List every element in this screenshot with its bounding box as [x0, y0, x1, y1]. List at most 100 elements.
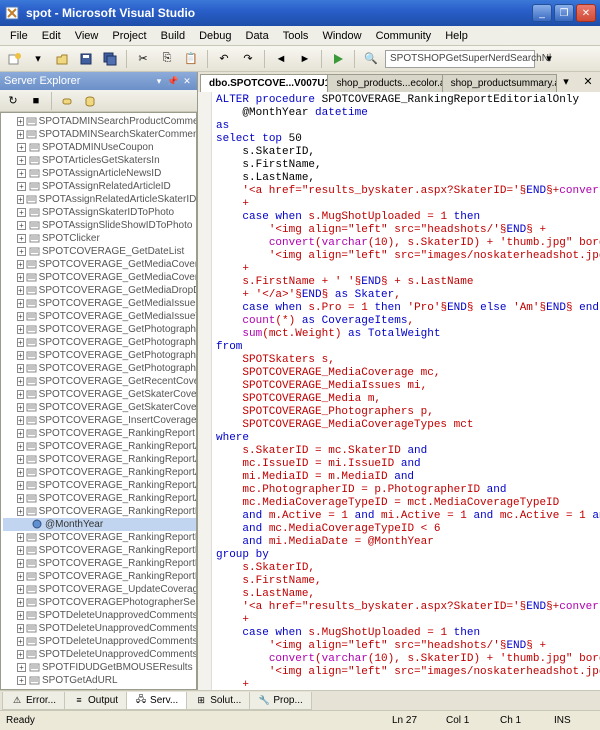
expand-icon[interactable]: +: [17, 234, 26, 243]
tree-sproc[interactable]: +SPOTCOVERAGE_GetRecentCoverage: [3, 375, 196, 388]
tree-sproc[interactable]: +SPOTGetAdURL: [3, 674, 196, 687]
tree-sproc[interactable]: +SPOTGetAdURLText: [3, 687, 196, 690]
expand-icon[interactable]: +: [17, 650, 24, 659]
open-button[interactable]: [52, 49, 72, 69]
tree-sproc[interactable]: +SPOTCOVERAGE_GetMediaCoverage1: [3, 271, 196, 284]
tree-sproc[interactable]: +SPOTCOVERAGE_InsertCoverage: [3, 414, 196, 427]
expand-icon[interactable]: +: [17, 572, 24, 581]
tree-sproc[interactable]: +SPOTCOVERAGEPhotographerSearch: [3, 596, 196, 609]
expand-icon[interactable]: +: [17, 364, 24, 373]
expand-icon[interactable]: +: [17, 663, 26, 672]
expand-icon[interactable]: +: [17, 286, 24, 295]
server-explorer-tree[interactable]: +SPOTADMINSearchProductComments+SPOTADMI…: [0, 112, 197, 690]
tree-sproc[interactable]: +SPOTADMINSearchProductComments: [3, 115, 196, 128]
toolwindow-tab[interactable]: ≡Output: [64, 692, 127, 710]
save-button[interactable]: [76, 49, 96, 69]
expand-icon[interactable]: +: [17, 559, 24, 568]
stop-refresh-button[interactable]: ■: [26, 91, 46, 111]
tree-sproc[interactable]: +SPOTCOVERAGE_RankingReportPHO1: [3, 570, 196, 583]
expand-icon[interactable]: +: [17, 468, 24, 477]
tree-sproc[interactable]: +SPOTCOVERAGE_RankingReportAdsC: [3, 466, 196, 479]
toolwindow-tab[interactable]: 🖧Serv...: [126, 692, 187, 710]
document-tab[interactable]: dbo.SPOTCOVE...V007U12MUV)*: [200, 74, 328, 92]
panel-close-button[interactable]: ✕: [181, 75, 193, 87]
save-all-button[interactable]: [100, 49, 120, 69]
expand-icon[interactable]: +: [17, 507, 24, 516]
expand-icon[interactable]: +: [17, 312, 24, 321]
maximize-button[interactable]: ❐: [554, 4, 574, 22]
tree-sproc[interactable]: +SPOTADMINUseCoupon: [3, 141, 196, 154]
find-dropdown-button[interactable]: ▾: [539, 49, 559, 69]
tree-sproc[interactable]: +SPOTCOVERAGE_GetPhotographerNa: [3, 362, 196, 375]
tree-sproc[interactable]: +SPOTCOVERAGE_RankingReportAdsC: [3, 479, 196, 492]
tree-sproc[interactable]: +SPOTCOVERAGE_RankingReportAdsC: [3, 453, 196, 466]
menu-build[interactable]: Build: [155, 28, 191, 44]
expand-icon[interactable]: +: [17, 130, 24, 139]
expand-icon[interactable]: +: [17, 403, 24, 412]
tree-sproc[interactable]: +SPOTFIDUDGetBMOUSEResults: [3, 661, 196, 674]
expand-icon[interactable]: +: [17, 156, 26, 165]
nav-back-button[interactable]: ◄: [271, 49, 291, 69]
expand-icon[interactable]: +: [17, 377, 24, 386]
tree-sproc[interactable]: +SPOTArticlesGetSkatersIn: [3, 154, 196, 167]
expand-icon[interactable]: +: [17, 611, 24, 620]
tree-sproc[interactable]: +SPOTCOVERAGE_GetDateList: [3, 245, 196, 258]
cut-button[interactable]: ✂: [133, 49, 153, 69]
menu-tools[interactable]: Tools: [277, 28, 315, 44]
tree-sproc[interactable]: +SPOTAssignRelatedArticleID: [3, 180, 196, 193]
minimize-button[interactable]: _: [532, 4, 552, 22]
expand-icon[interactable]: +: [17, 676, 26, 685]
tree-sproc[interactable]: +SPOTCOVERAGE_GetPhotographerCo: [3, 323, 196, 336]
tree-sproc[interactable]: +SPOTAssignRelatedArticleSkaterID: [3, 193, 196, 206]
tree-sproc[interactable]: +SPOTCOVERAGE_RankingReportAdsC: [3, 440, 196, 453]
expand-icon[interactable]: +: [17, 689, 26, 690]
tree-sproc[interactable]: +SPOTCOVERAGE_GetMediaIssueTitle: [3, 310, 196, 323]
expand-icon[interactable]: +: [17, 169, 26, 178]
copy-button[interactable]: ⎘: [157, 49, 177, 69]
add-item-button[interactable]: ▾: [28, 49, 48, 69]
start-debug-button[interactable]: [328, 49, 348, 69]
expand-icon[interactable]: +: [17, 247, 26, 256]
expand-icon[interactable]: +: [17, 455, 24, 464]
redo-button[interactable]: ↷: [238, 49, 258, 69]
tree-sproc[interactable]: +SPOTADMINSearchSkaterComments: [3, 128, 196, 141]
toolwindow-tab[interactable]: ⊞Solut...: [186, 692, 250, 710]
toolwindow-tab[interactable]: ⚠Error...: [2, 692, 65, 710]
tree-sproc[interactable]: +SPOTDeleteUnapprovedCommentsByIn: [3, 609, 196, 622]
expand-icon[interactable]: +: [17, 546, 24, 555]
menu-community[interactable]: Community: [370, 28, 438, 44]
expand-icon[interactable]: +: [17, 221, 26, 230]
expand-icon[interactable]: +: [17, 442, 24, 451]
expand-icon[interactable]: +: [17, 637, 24, 646]
menu-debug[interactable]: Debug: [193, 28, 237, 44]
menu-view[interactable]: View: [69, 28, 105, 44]
menu-data[interactable]: Data: [240, 28, 275, 44]
menu-file[interactable]: File: [4, 28, 34, 44]
tree-sproc[interactable]: +SPOTCOVERAGE_RankingReportALL: [3, 492, 196, 505]
expand-icon[interactable]: +: [17, 325, 24, 334]
tree-sproc[interactable]: +SPOTCOVERAGE_GetPhotographerDri: [3, 349, 196, 362]
document-tab[interactable]: shop_products...ecolor.aspx.cs: [327, 74, 442, 92]
code-editor[interactable]: ALTER procedure SPOTCOVERAGE_RankingRepo…: [198, 92, 600, 690]
panel-pin-button[interactable]: 📌: [167, 75, 179, 87]
expand-icon[interactable]: +: [17, 338, 24, 347]
find-in-files-button[interactable]: 🔍: [361, 49, 381, 69]
tree-sproc[interactable]: +SPOTCOVERAGE_RankingReportEdito: [3, 531, 196, 544]
new-project-button[interactable]: [4, 49, 24, 69]
refresh-button[interactable]: ↻: [3, 91, 23, 111]
expand-icon[interactable]: +: [17, 416, 24, 425]
expand-icon[interactable]: +: [17, 195, 24, 204]
expand-icon[interactable]: +: [17, 208, 26, 217]
expand-icon[interactable]: +: [17, 481, 24, 490]
tree-sproc[interactable]: +SPOTAssignSlideShowIDToPhoto: [3, 219, 196, 232]
expand-icon[interactable]: +: [17, 182, 26, 191]
expand-icon[interactable]: +: [17, 273, 24, 282]
connect-db-button[interactable]: [80, 91, 100, 111]
expand-icon[interactable]: +: [17, 598, 24, 607]
menu-window[interactable]: Window: [316, 28, 367, 44]
close-button[interactable]: ✕: [576, 4, 596, 22]
connect-button[interactable]: [57, 91, 77, 111]
expand-icon[interactable]: +: [17, 429, 24, 438]
tree-sproc[interactable]: +SPOTClicker: [3, 232, 196, 245]
tree-sproc[interactable]: +SPOTDeleteUnapprovedCommentsPro: [3, 635, 196, 648]
